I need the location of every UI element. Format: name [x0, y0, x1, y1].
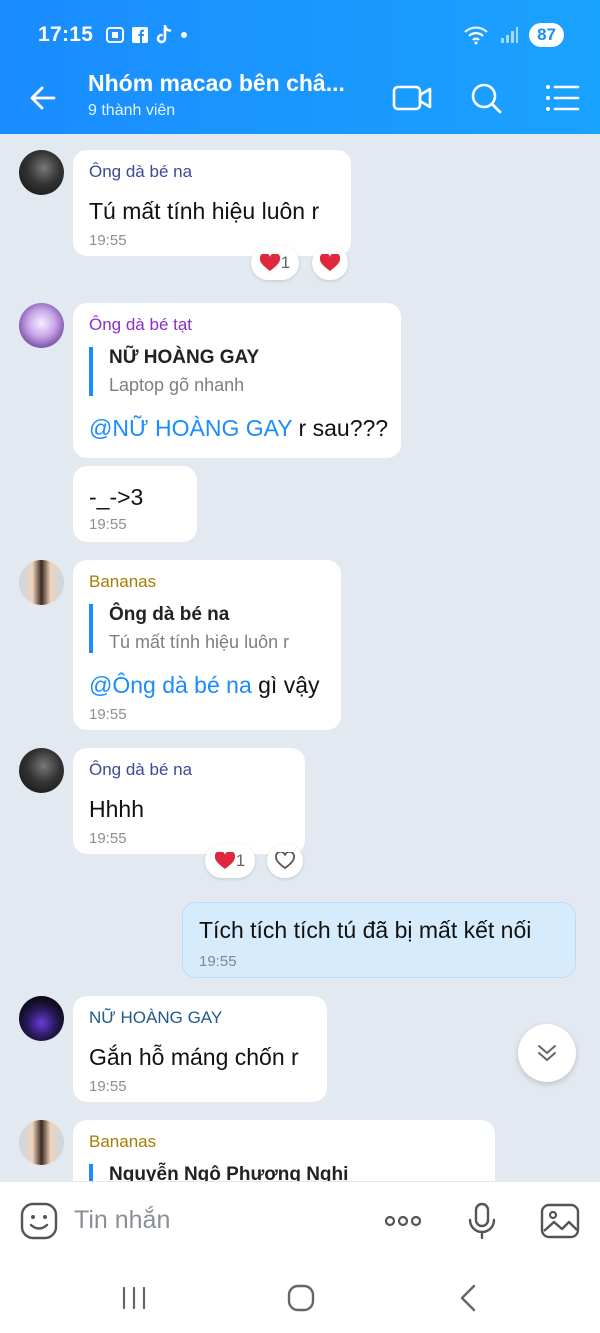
- scroll-to-bottom-button[interactable]: [518, 1024, 576, 1082]
- reply-quote[interactable]: Ông dà bé na Tú mất tính hiệu luôn r: [89, 604, 289, 653]
- message-bubble[interactable]: NỮ HOÀNG GAY Gắn hỗ máng chốn r 19:55: [73, 996, 327, 1102]
- quote-sender: Nguyễn Ngô Phương Nghi: [109, 1164, 349, 1181]
- signal-icon: [501, 27, 519, 43]
- facebook-icon: [132, 27, 149, 43]
- mention-link[interactable]: @NỮ HOÀNG GAY: [89, 415, 292, 441]
- member-count[interactable]: 9 thành viên: [88, 102, 175, 120]
- heart-icon: [214, 852, 235, 869]
- message-text: Hhhh: [89, 796, 144, 822]
- avatar[interactable]: [19, 748, 64, 793]
- sticker-emoji-icon[interactable]: [18, 1200, 60, 1242]
- system-nav-bar: [0, 1259, 600, 1333]
- react-button[interactable]: [267, 844, 303, 878]
- reaction-badge[interactable]: 1: [251, 246, 299, 280]
- avatar[interactable]: [19, 150, 64, 195]
- chat-header: Nhóm macao bên châ... 9 thành viên: [0, 60, 600, 130]
- message-bubble[interactable]: Bananas Nguyễn Ngô Phương Nghi: [73, 1120, 495, 1181]
- wifi-icon: [464, 26, 488, 45]
- reply-quote[interactable]: Nguyễn Ngô Phương Nghi: [89, 1164, 348, 1181]
- recent-apps-icon[interactable]: [117, 1281, 151, 1315]
- message-text: Gắn hỗ máng chốn r: [89, 1044, 299, 1070]
- my-message-bubble[interactable]: Tích tích tích tú đã bị mất kết nối 19:5…: [182, 902, 576, 978]
- tiktok-icon: [156, 25, 172, 44]
- react-button[interactable]: [312, 246, 348, 280]
- quote-sender: Ông dà bé na: [109, 604, 230, 625]
- notification-icons: [105, 25, 189, 45]
- message-time: 19:55: [89, 830, 127, 847]
- avatar[interactable]: [19, 1120, 64, 1165]
- sender-name[interactable]: Ông dà bé na: [89, 162, 192, 182]
- heart-outline-icon: [275, 852, 295, 870]
- reaction-badge[interactable]: 1: [205, 844, 255, 878]
- heart-icon: [320, 254, 340, 271]
- message-text: Tú mất tính hiệu luôn r: [89, 198, 320, 224]
- sender-name[interactable]: Ông dà bé na: [89, 760, 192, 780]
- message-bubble[interactable]: -_->3 19:55: [73, 466, 197, 542]
- avatar[interactable]: [19, 996, 64, 1041]
- quote-text: Tú mất tính hiệu luôn r: [109, 632, 290, 652]
- sender-name[interactable]: Bananas: [89, 572, 156, 592]
- message-text: Tích tích tích tú đã bị mất kết nối: [199, 917, 532, 943]
- message-text: @Ông dà bé na gì vậy: [89, 672, 320, 699]
- reaction-count: 1: [235, 851, 246, 870]
- avatar[interactable]: [19, 560, 64, 605]
- message-text-body: gì vậy: [251, 672, 320, 698]
- home-icon[interactable]: [284, 1281, 318, 1315]
- status-time: 17:15: [38, 23, 94, 46]
- quote-sender: NỮ HOÀNG GAY: [109, 347, 260, 368]
- message-time: 19:55: [89, 1078, 127, 1095]
- reaction-count: 1: [280, 253, 291, 272]
- video-call-icon[interactable]: [390, 76, 434, 120]
- image-gallery-icon[interactable]: [539, 1200, 581, 1242]
- message-text: -_->3: [89, 484, 144, 510]
- nav-back-icon[interactable]: [452, 1281, 486, 1315]
- mention-link[interactable]: @Ông dà bé na: [89, 672, 252, 698]
- message-time: 19:55: [89, 232, 127, 249]
- quote-text: Laptop gõ nhanh: [109, 375, 245, 395]
- group-title[interactable]: Nhóm macao bên châ...: [88, 70, 358, 97]
- message-text: @NỮ HOÀNG GAY r sau???: [89, 415, 388, 442]
- message-text-body: r sau???: [292, 415, 389, 441]
- message-list[interactable]: Ông dà bé na Tú mất tính hiệu luôn r 19:…: [0, 134, 600, 1181]
- search-icon[interactable]: [464, 76, 508, 120]
- message-input[interactable]: Tin nhắn: [74, 1206, 170, 1235]
- message-time: 19:55: [199, 953, 237, 970]
- message-bubble[interactable]: Bananas Ông dà bé na Tú mất tính hiệu lu…: [73, 560, 341, 730]
- sender-name[interactable]: Ông dà bé tạt: [89, 315, 192, 335]
- message-input-bar: Tin nhắn: [0, 1181, 600, 1259]
- screenshot-icon: [106, 27, 125, 43]
- message-time: 19:55: [89, 516, 127, 533]
- back-arrow-icon[interactable]: [24, 78, 64, 118]
- message-time: 19:55: [89, 706, 127, 723]
- more-options-icon[interactable]: [382, 1200, 424, 1242]
- message-bubble[interactable]: Ông dà bé na Hhhh 19:55: [73, 748, 305, 854]
- heart-icon: [259, 254, 280, 271]
- top-bar: 17:15 87 Nhóm macao bên châ... 9 thành v…: [0, 0, 600, 134]
- dot-icon: [181, 32, 188, 38]
- message-bubble[interactable]: Ông dà bé tạt NỮ HOÀNG GAY Laptop gõ nha…: [73, 303, 401, 458]
- avatar[interactable]: [19, 303, 64, 348]
- reply-quote[interactable]: NỮ HOÀNG GAY Laptop gõ nhanh: [89, 347, 259, 396]
- microphone-icon[interactable]: [461, 1200, 503, 1242]
- status-bar: 17:15 87: [38, 20, 564, 50]
- menu-list-icon[interactable]: [540, 76, 584, 120]
- double-chevron-down-icon: [538, 1045, 556, 1061]
- battery-level: 87: [529, 23, 564, 47]
- sender-name[interactable]: Bananas: [89, 1132, 156, 1152]
- message-bubble[interactable]: Ông dà bé na Tú mất tính hiệu luôn r 19:…: [73, 150, 351, 256]
- sender-name[interactable]: NỮ HOÀNG GAY: [89, 1008, 222, 1028]
